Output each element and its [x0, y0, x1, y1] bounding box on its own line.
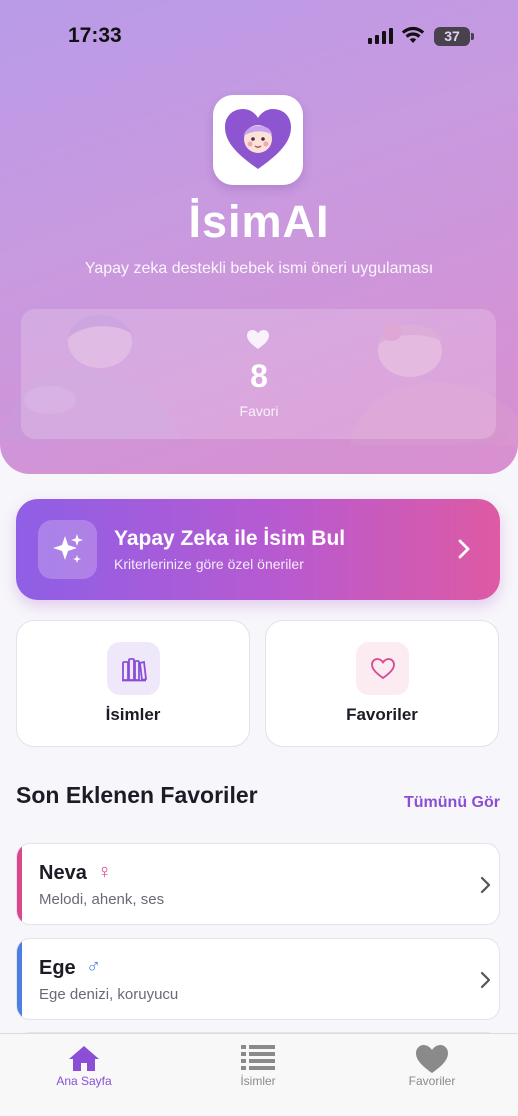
tab-label: Ana Sayfa	[56, 1074, 112, 1088]
names-tile-button[interactable]: İsimler	[16, 620, 250, 747]
home-icon	[69, 1046, 99, 1071]
name-text: Neva	[39, 862, 87, 884]
accent-bar	[17, 844, 22, 924]
male-icon: ♂	[86, 956, 101, 978]
tab-label: Favoriler	[408, 1074, 456, 1088]
sparkles-icon	[38, 520, 97, 579]
name-text: Ege	[39, 957, 76, 979]
ai-card-subtitle: Kriterlerinize göre özel öneriler	[114, 556, 304, 572]
baby-heart-icon	[225, 109, 291, 169]
tab-home[interactable]: Ana Sayfa	[14, 1034, 154, 1116]
meaning-text: Ege denizi, koruyucu	[39, 986, 179, 1003]
section-title: Son Eklenen Favoriler	[16, 782, 258, 808]
see-all-link[interactable]: Tümünü Gör	[404, 794, 500, 812]
tab-bar: Ana Sayfa İsimler Favoriler	[0, 1033, 518, 1115]
accent-bar	[17, 939, 22, 1019]
meaning-text: Melodi, ahenk, ses	[39, 891, 165, 908]
hero-header: 17:33 37 İsimAI Yapay zeka destekli bebe…	[0, 0, 518, 474]
app-title: İsimAI	[188, 196, 330, 247]
favorite-count-label: Favori	[239, 403, 279, 419]
chevron-right-icon	[480, 971, 491, 989]
wifi-icon	[401, 26, 425, 43]
names-tile-label: İsimler	[105, 705, 161, 724]
favorites-tile-button[interactable]: Favoriler	[265, 620, 499, 747]
favorite-count: 8	[250, 358, 268, 394]
ai-card-title: Yapay Zeka ile İsim Bul	[114, 527, 346, 550]
female-icon: ♀	[97, 861, 112, 883]
signal-icon	[368, 28, 393, 44]
favorites-tile-label: Favoriler	[346, 705, 418, 724]
chevron-right-icon	[480, 876, 491, 894]
tab-names[interactable]: İsimler	[188, 1034, 328, 1116]
battery-icon: 37	[434, 27, 474, 46]
ai-name-finder-button[interactable]: Yapay Zeka ile İsim Bul Kriterlerinize g…	[16, 499, 500, 600]
app-subtitle: Yapay zeka destekli bebek ismi öneri uyg…	[84, 260, 434, 277]
status-time: 17:33	[68, 24, 122, 47]
list-item[interactable]: Ege ♂ Ege denizi, koruyucu	[16, 938, 500, 1020]
heart-outline-icon	[356, 642, 409, 695]
app-logo	[213, 95, 303, 185]
battery-level: 37	[444, 28, 460, 44]
heart-icon	[416, 1045, 448, 1073]
list-item[interactable]: Neva ♀ Melodi, ahenk, ses	[16, 843, 500, 925]
status-bar: 17:33 37	[0, 0, 518, 70]
list-icon	[241, 1045, 275, 1070]
chevron-right-icon	[458, 539, 470, 559]
tab-favorites[interactable]: Favoriler	[362, 1034, 502, 1116]
heart-icon	[247, 330, 269, 349]
tab-label: İsimler	[240, 1074, 276, 1088]
books-icon	[107, 642, 160, 695]
